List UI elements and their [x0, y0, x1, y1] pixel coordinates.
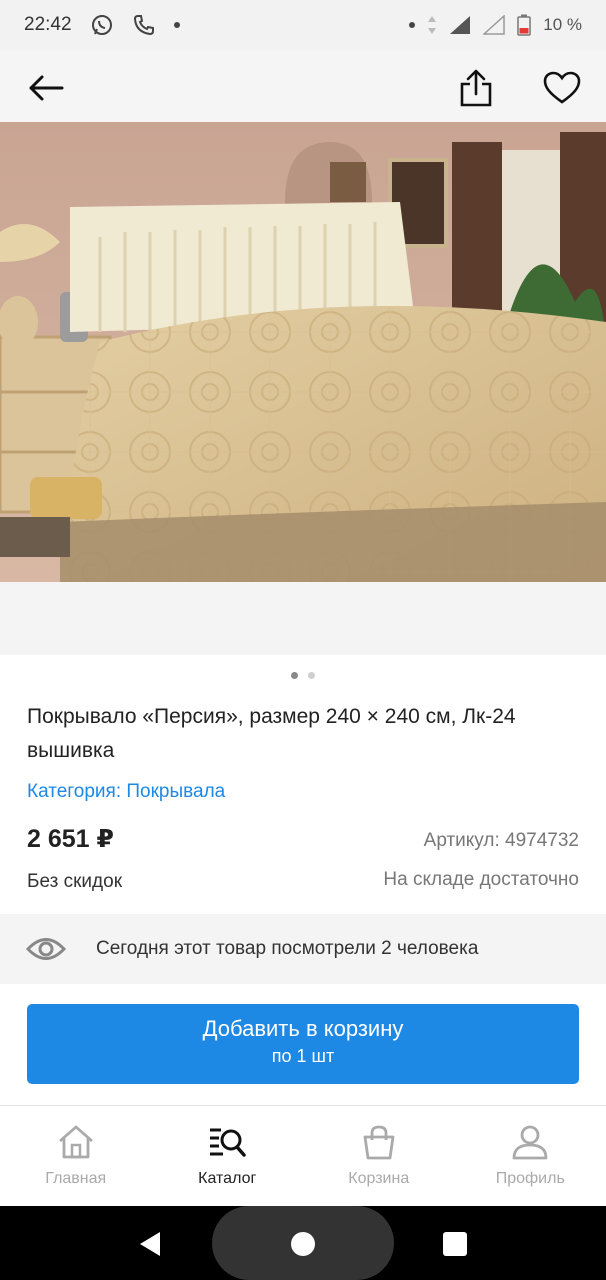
add-to-cart-button[interactable]: Добавить в корзину по 1 шт	[27, 1004, 579, 1084]
nav-home-label: Главная	[45, 1170, 107, 1187]
back-button[interactable]	[26, 68, 66, 108]
home-icon	[58, 1125, 93, 1159]
recents-square-icon[interactable]	[442, 1231, 468, 1257]
battery-percent: 10 %	[543, 15, 582, 34]
nav-catalog-label: Каталог	[198, 1170, 257, 1187]
nav-profile[interactable]: Профиль	[455, 1106, 606, 1206]
add-to-cart-quantity: по 1 шт	[271, 1046, 335, 1066]
views-text: Сегодня этот товар посмотрели 2 человека	[96, 938, 479, 959]
notification-dot-right	[409, 22, 416, 28]
nav-home[interactable]: Главная	[0, 1106, 152, 1206]
signal-icon	[450, 16, 471, 34]
whatsapp-icon	[91, 15, 112, 35]
notification-dot	[173, 22, 180, 28]
profile-icon	[512, 1125, 548, 1160]
favorite-button[interactable]	[542, 68, 582, 108]
battery-icon	[517, 14, 531, 36]
phone-call-icon	[133, 15, 154, 36]
product-sku: Артикул: 4974732	[423, 830, 579, 851]
nav-profile-label: Профиль	[495, 1170, 565, 1187]
product-title: Покрывало «Персия», размер 240 × 240 см,…	[27, 705, 516, 762]
pager-dot[interactable]	[308, 672, 315, 679]
nav-cart-label: Корзина	[348, 1170, 410, 1187]
heart-icon	[543, 71, 581, 104]
data-arrows-icon	[428, 16, 437, 34]
product-gallery[interactable]	[0, 122, 606, 655]
status-time: 22:42	[24, 14, 72, 35]
back-arrow-icon	[29, 75, 64, 101]
product-price: 2 651 ₽	[27, 825, 114, 853]
add-to-cart-label: Добавить в корзину	[202, 1016, 404, 1041]
discount-label: Без скидок	[27, 871, 122, 892]
catalog-search-icon	[210, 1128, 246, 1157]
nav-cart[interactable]: Корзина	[303, 1106, 455, 1206]
back-triangle-icon[interactable]	[136, 1230, 164, 1258]
home-circle-icon[interactable]	[290, 1231, 316, 1257]
gallery-pager	[0, 672, 606, 679]
nav-catalog[interactable]: Каталог	[152, 1106, 304, 1206]
bottom-nav: Главная Каталог Корзина Профиль	[0, 1105, 606, 1206]
cart-bag-icon	[363, 1125, 395, 1160]
share-button[interactable]	[456, 68, 496, 108]
product-photo	[0, 122, 606, 582]
signal-empty-icon	[483, 15, 505, 35]
system-nav-bar	[0, 1206, 606, 1280]
status-bar: 22:42 10 %	[0, 0, 606, 50]
category-link[interactable]: Категория: Покрывала	[27, 781, 225, 803]
stock-status: На складе достаточно	[383, 869, 579, 890]
eye-icon	[26, 938, 66, 960]
pager-dot-active[interactable]	[291, 672, 298, 679]
views-info: Сегодня этот товар посмотрели 2 человека	[0, 914, 606, 984]
share-icon	[460, 69, 492, 107]
app-header	[0, 50, 606, 122]
